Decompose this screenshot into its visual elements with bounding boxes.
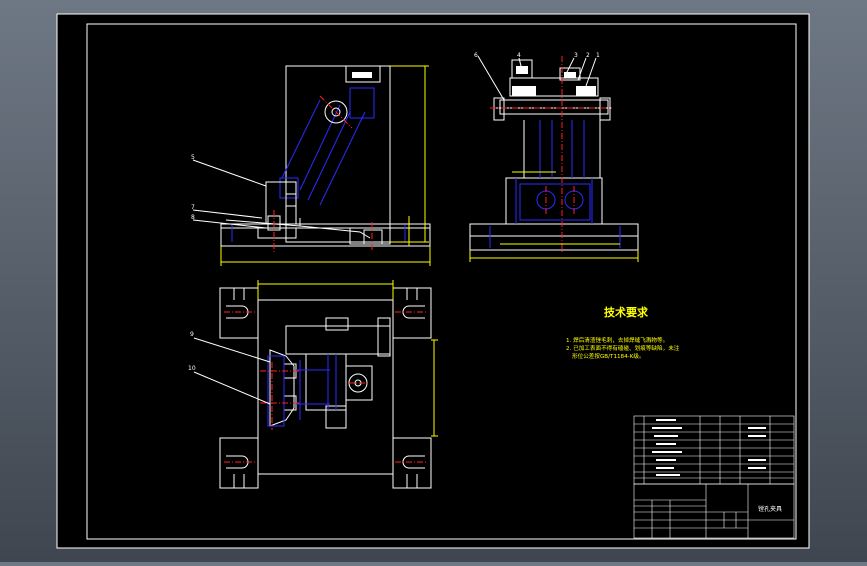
balloon-side-5: 1 — [596, 52, 600, 59]
balloon-front-1: 5 — [191, 154, 195, 161]
balloon-side-3: 3 — [574, 52, 578, 59]
balloon-side-2: 4 — [517, 52, 521, 59]
balloon-top-1: 9 — [190, 331, 194, 338]
balloon-top-2: 10 — [188, 365, 196, 372]
notes-line-1: 1. 焊后清渣锉毛刺，去掉焊缝飞溅物等。 — [566, 336, 668, 344]
balloon-front-3: 8 — [191, 214, 195, 221]
title-block-text: 镗孔夹具 — [758, 505, 782, 513]
balloon-side-1: 6 — [474, 52, 478, 59]
drawing-name: 镗孔夹具 — [758, 505, 782, 513]
balloon-side-4: 2 — [586, 52, 590, 59]
notes-line-3: 形位公差按GB/T1184-K级。 — [572, 352, 645, 360]
drawing-sheet — [56, 13, 810, 549]
notes-title: 技术要求 — [604, 305, 649, 319]
balloon-front-2: 7 — [191, 204, 195, 211]
notes-line-2: 2. 已加工表面不得有磕碰、划痕等缺陷，未注 — [566, 344, 680, 352]
cad-viewport: 5 7 8 6 4 3 2 1 9 10 技术要求 1. 焊后清渣锉毛刺，去掉焊… — [0, 0, 867, 562]
